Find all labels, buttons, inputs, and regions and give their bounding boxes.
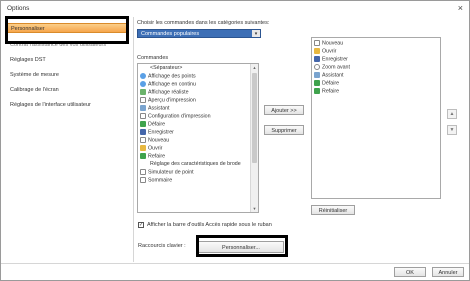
window-title: Options [7,5,30,12]
undo-icon [314,80,320,86]
list-item[interactable]: Réglage des caractéristiques de brode [150,161,241,168]
zoom-in-icon [314,64,320,70]
category-select-value: Commandes populaires [141,31,200,37]
list-item[interactable]: Assistant [314,72,344,79]
move-down-button[interactable]: ▼ [447,125,457,135]
commands-scrollbar[interactable]: ▲ ▼ [250,64,258,212]
highlight-callout [196,235,288,257]
list-item[interactable]: Défaire [314,80,339,87]
keyboard-shortcuts-label: Raccourcis clavier : [138,243,186,249]
list-item[interactable]: Configuration d'impression [140,113,211,120]
reset-button[interactable]: Réinitialiser [311,205,355,215]
assistant-icon [314,72,320,78]
sidebar-item-mesure[interactable]: Système de mesure [10,70,59,80]
show-below-label: Afficher la barre d'outils Accès rapide … [147,222,272,228]
sidebar-item-dst[interactable]: Réglages DST [10,55,46,65]
cancel-button[interactable]: Annuler [432,267,464,277]
summary-icon [140,177,146,183]
sidebar-item-interface[interactable]: Réglages de l'interface utilisateur [10,100,91,110]
add-button[interactable]: Ajouter >> [264,105,304,115]
list-item[interactable]: Défaire [140,121,165,128]
save-icon [140,129,146,135]
print-preview-icon [140,97,146,103]
open-icon [140,145,146,151]
assistant-icon [140,105,146,111]
list-item[interactable]: <Séparateur> [150,65,182,72]
close-icon[interactable]: × [458,3,463,13]
toolbar-list[interactable]: Nouveau Ouvrir Enregistrer Zoom avant As… [311,37,441,199]
list-item[interactable]: Affichage en continu [140,81,196,88]
list-item[interactable]: Zoom avant [314,64,350,71]
customize-panel: Choisir les commandes dans les catégorie… [134,17,469,262]
list-item[interactable]: Nouveau [140,137,169,144]
list-item[interactable]: Enregistrer [314,56,348,63]
list-item[interactable]: Affichage réaliste [140,89,189,96]
list-item[interactable]: Refaire [314,88,339,95]
embroidery-settings-label: Réglage des caractéristiques de brode [150,161,241,167]
chevron-down-icon: ▾ [252,30,260,37]
list-item[interactable]: Sommaire [140,177,172,184]
realistic-icon [140,89,146,95]
print-setup-icon [140,113,146,119]
list-item[interactable]: Ouvrir [314,48,336,55]
sidebar-item-calibrage[interactable]: Calibrage de l'écran [10,85,59,95]
list-item[interactable]: Aperçu d'impression [140,97,196,104]
save-icon [314,56,320,62]
check-icon: ✓ [139,222,144,228]
move-up-button[interactable]: ▲ [447,109,457,119]
new-icon [140,137,146,143]
list-item[interactable]: Affichage des points [140,73,196,80]
new-icon [314,40,320,46]
list-item[interactable]: Refaire [140,153,165,160]
scroll-down-icon[interactable]: ▼ [251,205,258,212]
remove-button[interactable]: Supprimer [264,125,304,135]
options-dialog: Options × Personnaliser Contrat l'assist… [0,0,470,281]
list-item[interactable]: Ouvrir [140,145,162,152]
title-bar: Options × [1,1,469,15]
scroll-thumb[interactable] [252,73,257,163]
undo-icon [140,121,146,127]
list-item[interactable]: Nouveau [314,40,343,47]
stitch-simulator-icon [140,169,146,175]
ok-button[interactable]: OK [394,267,426,277]
arrow-up-icon: ▲ [449,111,455,117]
open-icon [314,48,320,54]
scroll-up-icon[interactable]: ▲ [251,64,258,71]
points-icon [140,73,146,79]
sidebar-item-label: Système de mesure [10,72,59,78]
list-item[interactable]: Enregistrer [140,129,174,136]
commands-list[interactable]: <Séparateur> Affichage des points Affich… [137,63,259,213]
show-below-checkbox[interactable]: ✓ [138,222,144,228]
redo-icon [314,88,320,94]
choose-commands-label: Choisir les commandes dans les catégorie… [137,20,270,26]
sidebar-item-label: Réglages de l'interface utilisateur [10,102,91,108]
redo-icon [140,153,146,159]
footer-divider [1,263,469,264]
commands-label: Commandes [137,55,169,61]
sidebar-item-label: Réglages DST [10,57,46,63]
sidebar-item-label: Calibrage de l'écran [10,87,59,93]
arrow-down-icon: ▼ [449,127,455,133]
continuous-icon [140,81,146,87]
list-item[interactable]: Assistant [140,105,170,112]
highlight-callout [5,16,129,44]
list-item[interactable]: Simulateur de point [140,169,194,176]
category-select[interactable]: Commandes populaires ▾ [137,29,261,38]
options-sidebar: Personnaliser Contrat l'assistance des v… [4,17,132,257]
